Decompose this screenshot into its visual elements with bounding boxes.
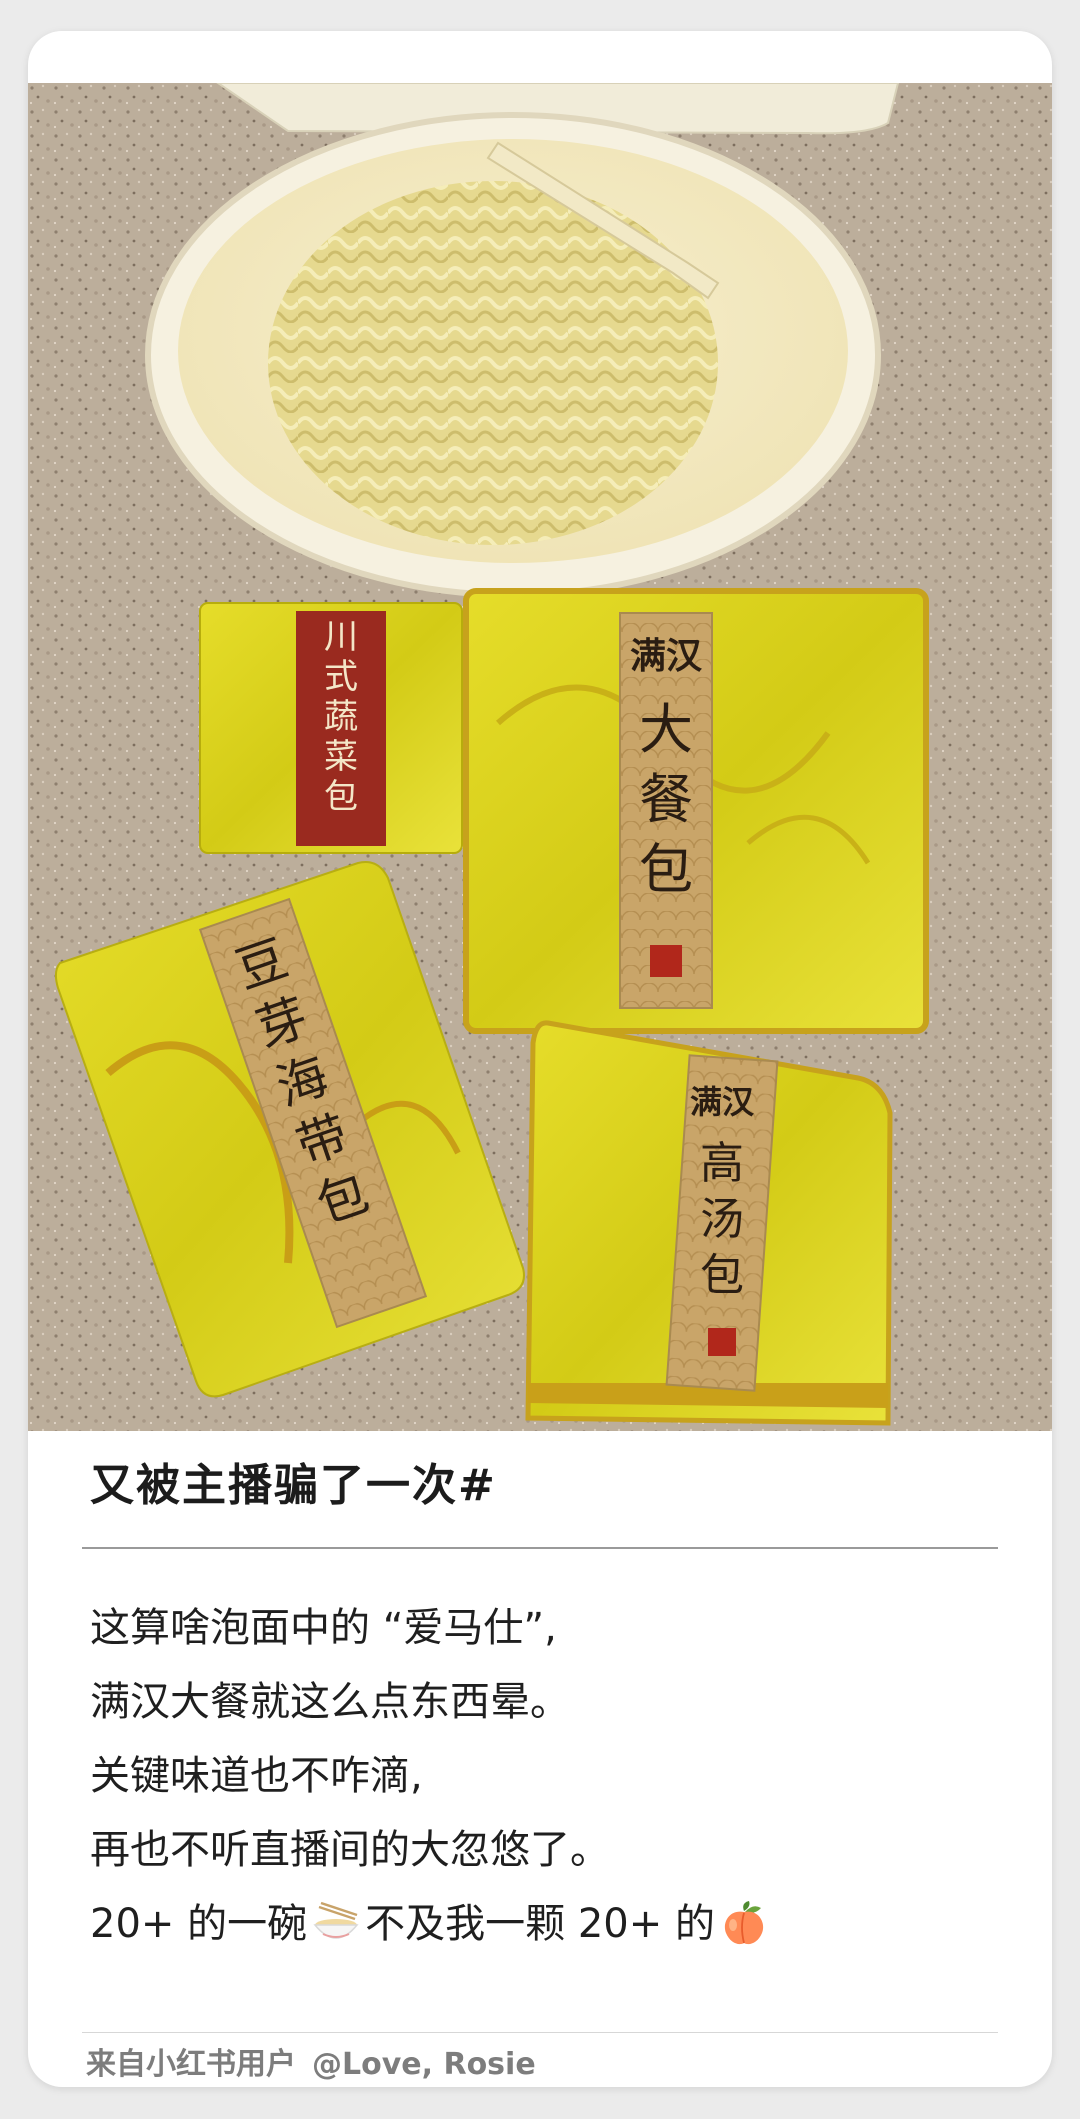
- packet-big-meal: 满汉 大餐包: [463, 588, 929, 1034]
- svg-text:满汉: 满汉: [690, 1083, 755, 1121]
- packet-big-label: 大餐包: [639, 698, 693, 901]
- body-text-segment: 20+ 的一碗: [90, 1901, 308, 1947]
- body-line: 这算啥泡面中的 “爱马仕”,: [90, 1605, 557, 1651]
- footer-divider: [82, 2032, 998, 2033]
- body-line: 满汉大餐就这么点东西晕。: [90, 1679, 570, 1725]
- attribution: 来自小红书用户 @Love, Rosie: [86, 2039, 552, 2083]
- post-title: 又被主播骗了一次#: [90, 1460, 497, 1511]
- packet-vegetable: 川式蔬菜包: [199, 602, 463, 854]
- packet-soup: 满汉 高汤包: [525, 1020, 893, 1426]
- attribution-source: 来自小红书用户: [86, 2047, 296, 2082]
- title-divider: [82, 1547, 998, 1549]
- noodle-bowl-icon: [313, 1901, 359, 1939]
- body-line: 再也不听直播间的大忽悠了。: [90, 1827, 610, 1873]
- post-photo[interactable]: 川式蔬菜包 满汉 大餐包 豆芽海带包 满汉 高汤包: [28, 83, 1052, 1431]
- noodle-bowl: [145, 112, 881, 598]
- body-line: 关键味道也不咋滴,: [90, 1753, 423, 1799]
- attribution-user[interactable]: @Love, Rosie: [312, 2047, 536, 2082]
- peach-icon: [724, 1901, 764, 1945]
- packet-vegetable-label: 川式蔬菜包: [324, 617, 358, 817]
- post-body: 这算啥泡面中的 “爱马仕”, 满汉大餐就这么点东西晕。 关键味道也不咋滴, 再也…: [90, 1591, 990, 1961]
- body-line-with-emoji: 20+ 的一碗 不及我一颗 20+ 的: [90, 1887, 990, 1961]
- packet-soup-label: 高汤包: [700, 1138, 744, 1301]
- svg-text:满汉: 满汉: [630, 635, 703, 677]
- post-card: 川式蔬菜包 满汉 大餐包 豆芽海带包 满汉 高汤包 又被主播骗了一次# 这算啥泡…: [28, 31, 1052, 2087]
- body-text-segment: 不及我一颗 20+ 的: [365, 1901, 715, 1947]
